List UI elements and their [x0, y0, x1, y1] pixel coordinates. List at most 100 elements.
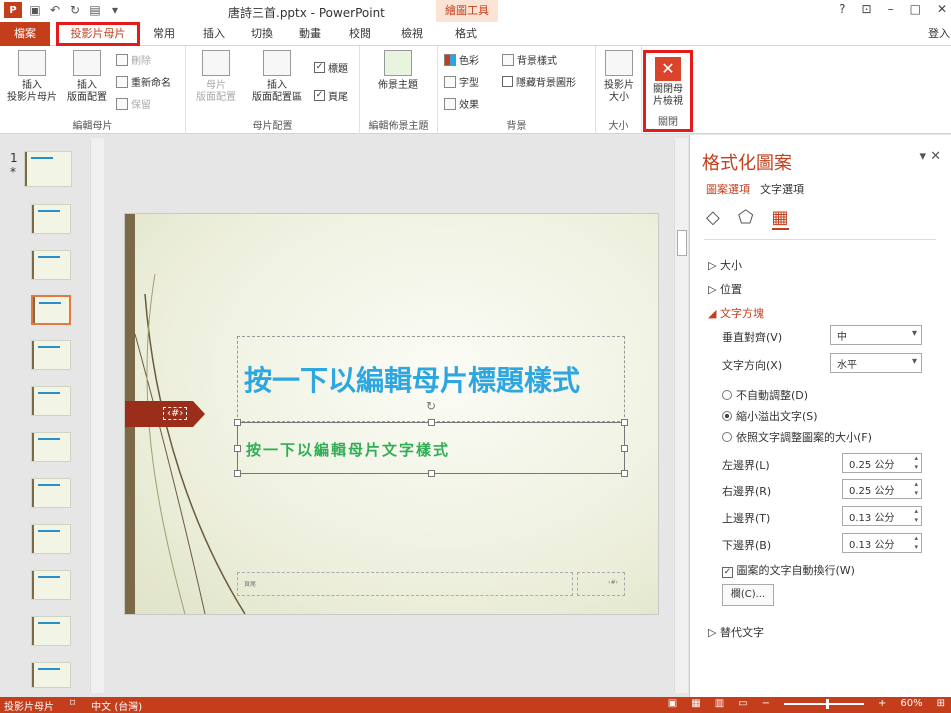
section-textbox[interactable]: ◢ 文字方塊 [708, 305, 764, 321]
thumb-layout-10[interactable] [31, 616, 71, 646]
thumb-layout-2[interactable] [31, 250, 71, 280]
main-scrollbar[interactable] [674, 138, 688, 693]
slide-canvas[interactable]: ‹#› 按一下以編輯母片標題樣式 按一下以編輯母片文字樣式 ↻ 頁尾 ‹#› [124, 213, 659, 615]
tab-file[interactable]: 檔案 [0, 22, 50, 46]
delete-button[interactable]: 刪除 [116, 52, 151, 67]
spelling-icon[interactable]: ⌑ [70, 698, 75, 713]
thumb-layout-5[interactable] [31, 386, 71, 416]
rotate-handle-icon[interactable]: ↻ [426, 399, 436, 413]
effects-pentagon-icon[interactable]: ⬠ [738, 207, 754, 230]
direction-dropdown[interactable]: 水平 [830, 353, 922, 373]
hide-background-checkbox[interactable]: 隱藏背景圖形 [502, 74, 576, 89]
top-margin-input[interactable]: 0.13 公分 [842, 506, 922, 526]
thumbnail-scrollbar[interactable] [90, 138, 104, 693]
zoom-out-icon[interactable]: − [762, 698, 770, 709]
thumb-layout-8[interactable] [31, 524, 71, 554]
title-placeholder-text[interactable]: 按一下以編輯母片標題樣式 [244, 359, 580, 399]
section-size[interactable]: ▷ 大小 [708, 257, 742, 273]
section-alt-text[interactable]: ▷ 替代文字 [708, 624, 764, 640]
resize-handle[interactable] [234, 470, 241, 477]
colors-button[interactable]: 色彩 [444, 52, 479, 67]
normal-view-icon[interactable]: ▣ [668, 698, 677, 709]
tab-animations[interactable]: 動畫 [292, 22, 328, 46]
resize-handle[interactable] [621, 445, 628, 452]
zoom-level[interactable]: 60% [900, 698, 922, 709]
fit-slide-icon[interactable]: ⊞ [937, 698, 945, 709]
master-layout-button[interactable]: 母片 版面配置 [192, 50, 240, 104]
tab-view[interactable]: 檢視 [394, 22, 430, 46]
slideshow-icon[interactable]: ▤ [88, 3, 102, 17]
help-button[interactable]: ? [839, 2, 845, 16]
themes-button[interactable]: 佈景主題 [370, 50, 426, 92]
body-placeholder-text[interactable]: 按一下以編輯母片文字樣式 [246, 439, 450, 460]
thumb-layout-4[interactable] [31, 340, 71, 370]
slide-sorter-icon[interactable]: ▦ [691, 698, 700, 709]
sign-in-link[interactable]: 登入 [928, 22, 950, 46]
language-indicator[interactable]: 中文 (台灣) [91, 698, 142, 713]
resize-handle[interactable] [621, 419, 628, 426]
slide-size-button[interactable]: 投影片 大小 [600, 50, 638, 104]
rename-button[interactable]: 重新命名 [116, 74, 171, 89]
autofit-resize-radio[interactable]: 依照文字調整圖案的大小(F) [722, 429, 872, 445]
thumb-layout-11[interactable] [31, 662, 71, 688]
maximize-button[interactable]: □ [910, 2, 921, 16]
footer-placeholder[interactable]: 頁尾 [237, 572, 573, 596]
fonts-button[interactable]: 字型 [444, 74, 479, 89]
close-window-button[interactable]: ✕ [937, 2, 947, 16]
ribbon-display-icon[interactable]: ⊡ [862, 2, 872, 16]
autofit-shrink-radio[interactable]: 縮小溢出文字(S) [722, 408, 818, 424]
resize-handle[interactable] [428, 470, 435, 477]
tab-shape-options[interactable]: 圖案選項 [706, 181, 750, 197]
thumb-layout-9[interactable] [31, 570, 71, 600]
insert-layout-button[interactable]: 插入 版面配置 [62, 50, 112, 104]
tab-transitions[interactable]: 切換 [244, 22, 280, 46]
section-position[interactable]: ▷ 位置 [708, 281, 742, 297]
tab-insert[interactable]: 插入 [196, 22, 232, 46]
tab-text-options[interactable]: 文字選項 [760, 181, 804, 197]
valign-dropdown[interactable]: 中 [830, 325, 922, 345]
resize-handle[interactable] [234, 445, 241, 452]
redo-icon[interactable]: ↻ [68, 3, 82, 17]
size-properties-icon[interactable]: ▦ [771, 207, 789, 230]
zoom-slider[interactable] [783, 698, 864, 709]
main-scrollbar-thumb[interactable] [677, 230, 687, 256]
thumb-layout-3-selected[interactable] [31, 295, 71, 325]
tab-format[interactable]: 格式 [446, 22, 486, 46]
number-placeholder[interactable]: ‹#› [577, 572, 625, 596]
effects-button[interactable]: 效果 [444, 96, 479, 111]
right-margin-input[interactable]: 0.25 公分 [842, 479, 922, 499]
zoom-in-icon[interactable]: + [878, 698, 886, 709]
autofit-none-radio[interactable]: 不自動調整(D) [722, 387, 808, 403]
footer-checkbox[interactable]: ✓ 頁尾 [314, 88, 348, 103]
undo-icon[interactable]: ↶ [48, 3, 62, 17]
resize-handle[interactable] [621, 470, 628, 477]
preserve-button[interactable]: 保留 [116, 96, 151, 111]
thumb-layout-1[interactable] [31, 204, 71, 234]
fill-line-icon[interactable]: ◇ [706, 207, 720, 230]
save-icon[interactable]: ▣ [28, 3, 42, 17]
title-checkbox[interactable]: ✓ 標題 [314, 60, 348, 75]
insert-placeholder-button[interactable]: 插入 版面配置區 [246, 50, 308, 104]
customize-qat-icon[interactable]: ▾ [108, 3, 122, 17]
autofit-shrink-label: 縮小溢出文字(S) [736, 410, 818, 423]
insert-slide-master-button[interactable]: 插入 投影片母片 [4, 50, 60, 104]
body-placeholder[interactable]: 按一下以編輯母片文字樣式 ↻ [234, 399, 628, 477]
thumb-layout-6[interactable] [31, 432, 71, 462]
bottom-margin-input[interactable]: 0.13 公分 [842, 533, 922, 553]
left-margin-input[interactable]: 0.25 公分 [842, 453, 922, 473]
close-master-view-button[interactable]: ✕ 關閉母 片檢視 關閉 [643, 50, 693, 132]
reading-view-icon[interactable]: ▥ [715, 698, 724, 709]
tab-slide-master[interactable]: 投影片母片 [56, 22, 140, 46]
thumb-layout-7[interactable] [31, 478, 71, 508]
background-styles-button[interactable]: 背景樣式 [502, 52, 557, 67]
slideshow-view-icon[interactable]: ▭ [738, 698, 747, 709]
columns-button[interactable]: 欄(C)... [722, 584, 774, 606]
tab-home[interactable]: 常用 [146, 22, 182, 46]
pane-close-button[interactable]: ▾ ✕ [919, 149, 941, 164]
thumb-master[interactable] [24, 151, 72, 187]
tab-review[interactable]: 校閱 [342, 22, 378, 46]
wrap-text-checkbox[interactable]: ✓ 圖案的文字自動換行(W) [722, 562, 855, 578]
resize-handle[interactable] [428, 419, 435, 426]
resize-handle[interactable] [234, 419, 241, 426]
minimize-button[interactable]: – [888, 2, 894, 16]
